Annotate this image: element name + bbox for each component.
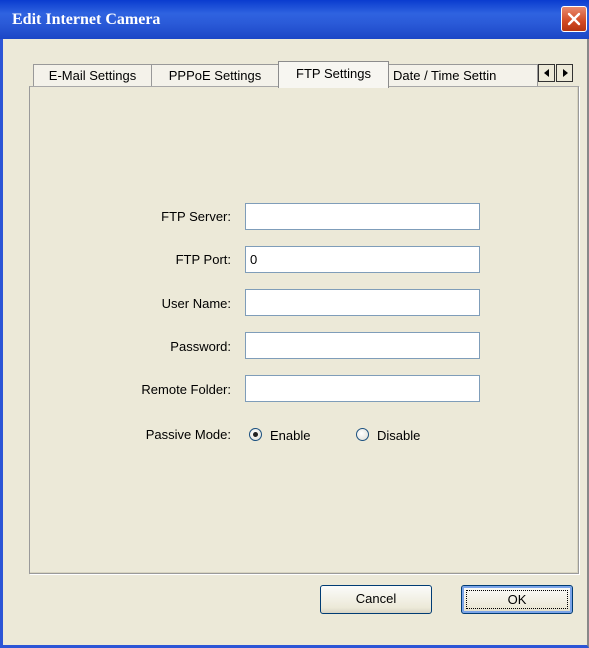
ok-button-label: OK xyxy=(466,590,568,609)
password-input[interactable] xyxy=(245,332,480,359)
ftp-port-label: FTP Port: xyxy=(175,252,231,267)
window-title: Edit Internet Camera xyxy=(12,11,161,28)
passive-mode-disable-radio[interactable] xyxy=(356,428,369,441)
tab-scroll-right-button[interactable] xyxy=(556,64,573,82)
title-bar[interactable]: Edit Internet Camera xyxy=(0,0,589,39)
tab-date-time-settings[interactable]: Date / Time Settin xyxy=(388,64,538,86)
arrow-left-icon xyxy=(544,69,549,77)
close-button[interactable] xyxy=(561,6,587,32)
tab-panel-ftp xyxy=(29,86,579,574)
arrow-right-icon xyxy=(563,69,568,77)
window-border xyxy=(0,39,3,648)
close-icon xyxy=(567,12,581,26)
remote-folder-input[interactable] xyxy=(245,375,480,402)
ftp-server-label: FTP Server: xyxy=(161,209,231,224)
tab-scroll-left-button[interactable] xyxy=(538,64,555,82)
passive-mode-label: Passive Mode: xyxy=(145,427,231,442)
ftp-server-input[interactable] xyxy=(245,203,480,230)
user-name-label: User Name: xyxy=(161,296,231,311)
passive-mode-disable-label[interactable]: Disable xyxy=(377,428,420,443)
passive-mode-enable-radio[interactable] xyxy=(249,428,262,441)
tab-pppoe-settings[interactable]: PPPoE Settings xyxy=(151,64,279,86)
cancel-button[interactable]: Cancel xyxy=(320,585,432,614)
ok-button[interactable]: OK xyxy=(461,585,573,614)
dialog-window: Edit Internet Camera E-Mail Settings PPP… xyxy=(0,0,589,648)
user-name-input[interactable] xyxy=(245,289,480,316)
radio-selected-dot xyxy=(253,432,258,437)
ftp-port-input[interactable] xyxy=(245,246,480,273)
remote-folder-label: Remote Folder: xyxy=(141,382,231,397)
tab-email-settings[interactable]: E-Mail Settings xyxy=(33,64,152,86)
tab-ftp-settings[interactable]: FTP Settings xyxy=(278,61,389,88)
password-label: Password: xyxy=(170,339,231,354)
passive-mode-enable-label[interactable]: Enable xyxy=(270,428,310,443)
